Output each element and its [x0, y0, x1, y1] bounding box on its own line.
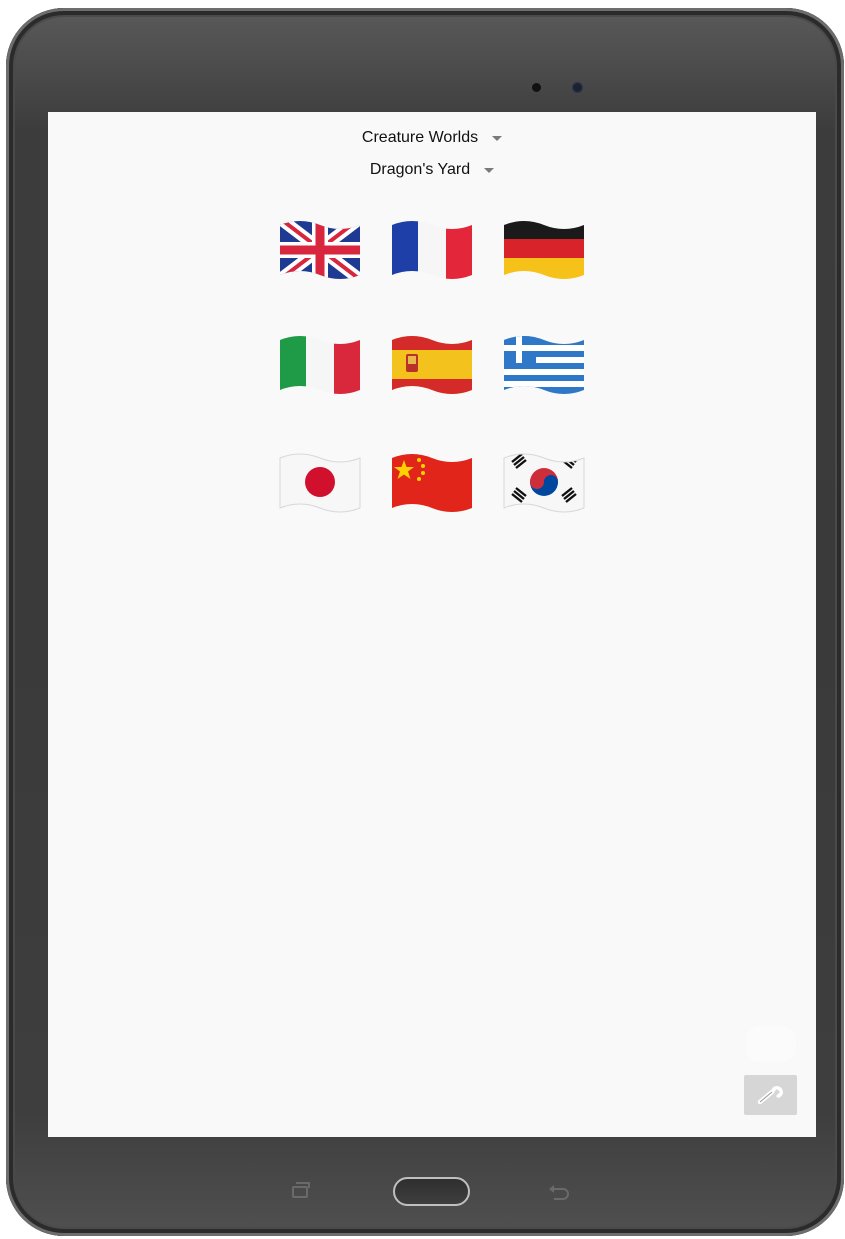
- sensor-icon: [532, 83, 541, 92]
- world-dropdown-label: Creature Worlds: [361, 129, 479, 146]
- location-dropdown[interactable]: Dragon's Yard: [48, 161, 816, 179]
- hidden-button: [746, 1026, 796, 1062]
- germany-flag-icon[interactable]: [502, 217, 586, 281]
- world-dropdown[interactable]: Creature Worlds: [48, 129, 816, 147]
- south-korea-flag-icon[interactable]: [502, 450, 586, 514]
- back-icon[interactable]: [548, 1184, 570, 1200]
- china-flag-graphic: [392, 454, 472, 512]
- japan-flag-icon[interactable]: [278, 450, 362, 514]
- spain-flag-graphic: [392, 336, 472, 394]
- italy-flag-graphic: [280, 336, 360, 394]
- japan-flag-graphic: [279, 453, 361, 513]
- italy-flag-icon[interactable]: [278, 332, 362, 396]
- settings-button[interactable]: [744, 1075, 797, 1115]
- home-button[interactable]: [393, 1177, 470, 1206]
- front-camera-icon: [572, 82, 583, 93]
- spain-flag-icon[interactable]: [390, 332, 474, 396]
- germany-flag-graphic: [504, 221, 584, 279]
- recent-apps-icon[interactable]: [292, 1182, 310, 1198]
- france-flag-graphic: [392, 221, 472, 279]
- uk-flag-icon[interactable]: [278, 217, 362, 281]
- wrench-icon: [757, 1086, 783, 1105]
- south-korea-flag-graphic: [503, 453, 585, 513]
- uk-flag-graphic: [280, 221, 360, 279]
- greece-flag-icon[interactable]: [502, 332, 586, 396]
- chevron-down-icon: [484, 167, 495, 173]
- chevron-down-icon: [492, 135, 503, 141]
- china-flag-icon[interactable]: [390, 450, 474, 514]
- greece-flag-graphic: [504, 336, 584, 394]
- app-screen: Creature Worlds Dragon's Yard: [48, 112, 816, 1137]
- location-dropdown-label: Dragon's Yard: [369, 161, 471, 178]
- france-flag-icon[interactable]: [390, 217, 474, 281]
